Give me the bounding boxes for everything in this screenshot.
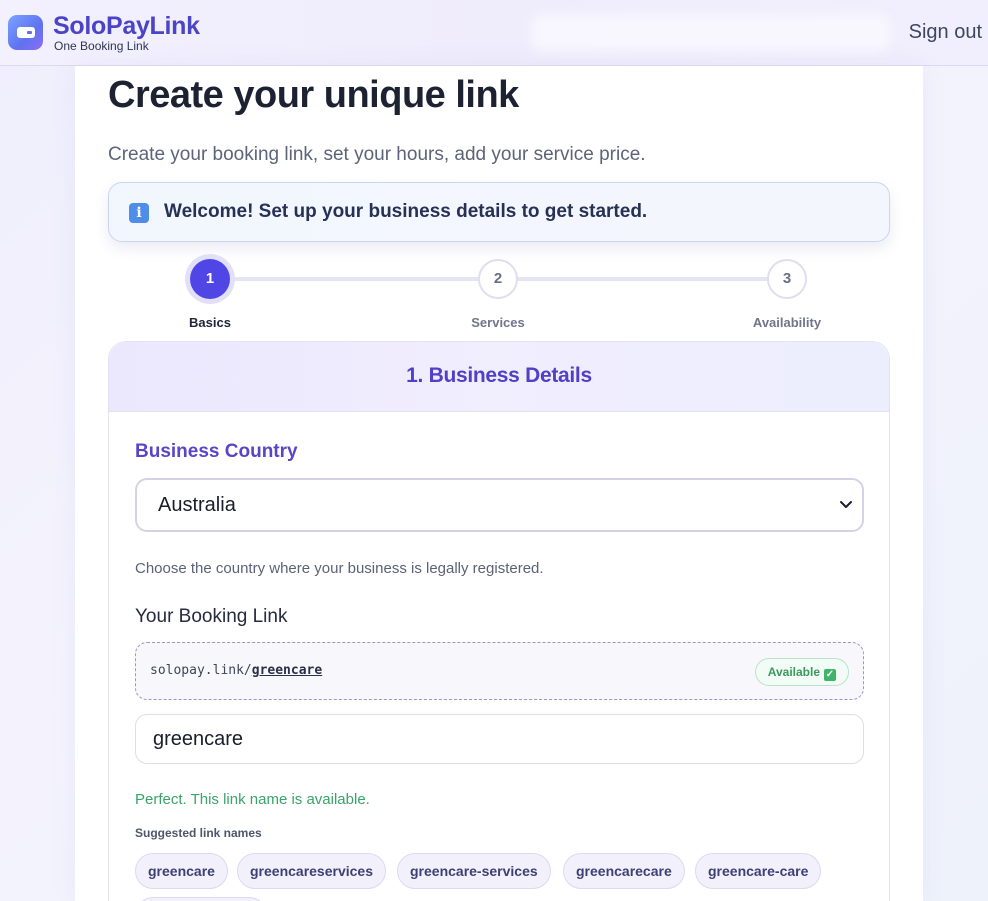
suggestion-chip[interactable]: greencare-care	[695, 853, 822, 889]
availability-badge-text: Available	[767, 665, 820, 679]
availability-badge: Available ✓	[754, 658, 849, 686]
sign-out-button[interactable]: Sign out	[909, 21, 982, 44]
check-icon: ✓	[824, 669, 836, 681]
welcome-message: Welcome! Set up your business details to…	[164, 201, 648, 222]
wallet-card-icon[interactable]	[8, 15, 43, 50]
section-title: 1. Business Details	[406, 364, 592, 387]
business-country-value: Australia	[158, 494, 236, 516]
business-country-select[interactable]: Australia	[135, 478, 864, 532]
business-country-label: Business Country	[135, 441, 298, 462]
business-details-section: 1. Business Details Business Country Aus…	[108, 341, 890, 901]
page-subtitle: Create your booking link, set your hours…	[108, 144, 646, 165]
step-1-label[interactable]: Basics	[140, 315, 280, 330]
step-3-label[interactable]: Availability	[717, 315, 857, 330]
info-icon: i	[129, 203, 149, 223]
suggestion-chip-partial[interactable]	[135, 897, 267, 901]
suggestion-chips: greencare greencareservices greencare-se…	[135, 853, 864, 901]
link-slug[interactable]: greencare	[252, 663, 322, 678]
link-name-input[interactable]	[135, 714, 864, 764]
card-shape	[16, 27, 35, 38]
booking-link-url: solopay.link/greencare	[150, 663, 322, 678]
suggestion-chip[interactable]: greencare	[135, 853, 228, 889]
welcome-banner: i Welcome! Set up your business details …	[108, 182, 890, 242]
suggestion-chip[interactable]: greencare-services	[397, 853, 551, 889]
business-country-helper: Choose the country where your business i…	[135, 560, 544, 577]
page-title: Create your unique link	[108, 74, 519, 116]
header-glow-decoration	[530, 14, 890, 52]
step-2-label[interactable]: Services	[428, 315, 568, 330]
booking-link-preview: solopay.link/greencare Available ✓	[135, 642, 864, 700]
booking-link-label: Your Booking Link	[135, 606, 288, 627]
link-prefix: solopay.link/	[150, 663, 252, 678]
section-header: 1. Business Details	[109, 342, 889, 412]
step-1-circle[interactable]: 1	[190, 259, 230, 299]
chevron-down-icon	[840, 501, 852, 508]
brand-name[interactable]: SoloPayLink	[53, 12, 200, 41]
suggestion-chip[interactable]: greencareservices	[237, 853, 386, 889]
top-navigation-bar: SoloPayLink One Booking Link Sign out	[0, 0, 988, 66]
suggestion-chip[interactable]: greencarecare	[563, 853, 685, 889]
availability-message: Perfect. This link name is available.	[135, 791, 370, 808]
brand-tagline: One Booking Link	[54, 39, 149, 53]
step-2-circle[interactable]: 2	[478, 259, 518, 299]
suggestions-label: Suggested link names	[135, 826, 262, 840]
step-3-circle[interactable]: 3	[767, 259, 807, 299]
